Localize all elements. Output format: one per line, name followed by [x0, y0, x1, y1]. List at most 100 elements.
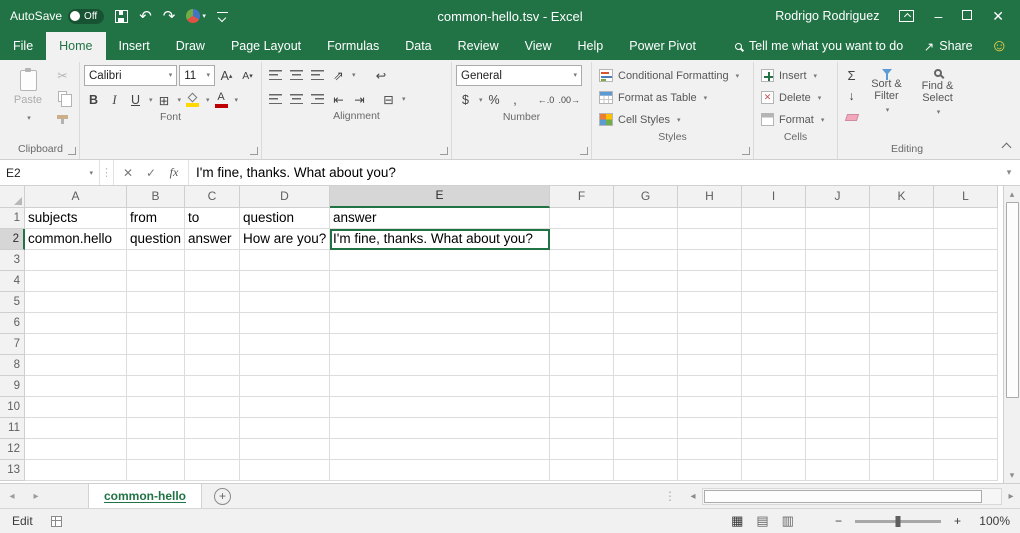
zoom-in-button[interactable]: + — [954, 514, 961, 528]
cell-K8[interactable] — [870, 355, 934, 376]
cell-B3[interactable] — [127, 250, 185, 271]
undo-button[interactable]: ↶ — [139, 9, 152, 24]
row-header-9[interactable]: 9 — [0, 376, 25, 397]
collapse-ribbon-icon[interactable] — [1002, 143, 1012, 153]
column-header-I[interactable]: I — [742, 186, 806, 208]
tab-home[interactable]: Home — [46, 32, 105, 60]
number-format-combo[interactable]: General — [456, 65, 582, 86]
select-all-corner[interactable] — [0, 186, 25, 208]
cell-D8[interactable] — [240, 355, 330, 376]
enter-button[interactable]: ✓ — [140, 160, 162, 185]
cell-H2[interactable] — [678, 229, 742, 250]
decrease-indent-button[interactable]: ⇤ — [329, 89, 348, 109]
cell-C8[interactable] — [185, 355, 240, 376]
cell-E11[interactable] — [330, 418, 550, 439]
hscroll-right-icon[interactable]: ▸ — [1002, 491, 1020, 502]
zoom-level[interactable]: 100% — [974, 514, 1010, 528]
scroll-down-icon[interactable]: ▾ — [1010, 467, 1015, 483]
cell-A4[interactable] — [25, 271, 127, 292]
cell-C10[interactable] — [185, 397, 240, 418]
column-header-F[interactable]: F — [550, 186, 614, 208]
cell-H11[interactable] — [678, 418, 742, 439]
row-header-4[interactable]: 4 — [0, 271, 25, 292]
cell-E3[interactable] — [330, 250, 550, 271]
cell-D12[interactable] — [240, 439, 330, 460]
cell-G10[interactable] — [614, 397, 678, 418]
font-family-combo[interactable]: Calibri — [84, 65, 177, 86]
zoom-slider[interactable] — [855, 520, 941, 523]
user-name[interactable]: Rodrigo Rodriguez — [775, 9, 879, 23]
cell-H12[interactable] — [678, 439, 742, 460]
cell-D1[interactable]: question — [240, 208, 330, 229]
cell-H9[interactable] — [678, 376, 742, 397]
row-header-5[interactable]: 5 — [0, 292, 25, 313]
cell-F6[interactable] — [550, 313, 614, 334]
cell-I12[interactable] — [742, 439, 806, 460]
cell-D4[interactable] — [240, 271, 330, 292]
percent-style-button[interactable]: % — [485, 90, 504, 110]
cell-B9[interactable] — [127, 376, 185, 397]
row-header-7[interactable]: 7 — [0, 334, 25, 355]
bottom-align-button[interactable] — [308, 65, 327, 85]
cell-B1[interactable]: from — [127, 208, 185, 229]
cell-J12[interactable] — [806, 439, 870, 460]
cell-D6[interactable] — [240, 313, 330, 334]
row-header-2[interactable]: 2 — [0, 229, 25, 250]
cell-C3[interactable] — [185, 250, 240, 271]
underline-button[interactable]: U — [126, 90, 145, 110]
cell-C9[interactable] — [185, 376, 240, 397]
cell-G7[interactable] — [614, 334, 678, 355]
cell-F1[interactable] — [550, 208, 614, 229]
macro-record-icon[interactable] — [51, 516, 62, 527]
cell-L1[interactable] — [934, 208, 998, 229]
cell-L2[interactable] — [934, 229, 998, 250]
fill-color-button[interactable] — [183, 90, 202, 110]
cell-G1[interactable] — [614, 208, 678, 229]
cell-L8[interactable] — [934, 355, 998, 376]
cell-J1[interactable] — [806, 208, 870, 229]
cell-L11[interactable] — [934, 418, 998, 439]
autosave-toggle[interactable]: AutoSave Off — [10, 9, 104, 24]
cell-L13[interactable] — [934, 460, 998, 481]
cell-B8[interactable] — [127, 355, 185, 376]
cell-H13[interactable] — [678, 460, 742, 481]
horizontal-scroll-thumb[interactable] — [704, 490, 982, 503]
cell-G9[interactable] — [614, 376, 678, 397]
cell-K4[interactable] — [870, 271, 934, 292]
number-dialog-launcher-icon[interactable] — [580, 147, 588, 155]
column-header-D[interactable]: D — [240, 186, 330, 208]
zoom-slider-thumb[interactable] — [895, 516, 900, 527]
shrink-font-button[interactable]: A▾ — [238, 66, 257, 86]
cell-H4[interactable] — [678, 271, 742, 292]
cell-C11[interactable] — [185, 418, 240, 439]
row-header-10[interactable]: 10 — [0, 397, 25, 418]
styles-dialog-launcher-icon[interactable] — [742, 147, 750, 155]
cell-L9[interactable] — [934, 376, 998, 397]
top-align-button[interactable] — [266, 65, 285, 85]
increase-decimal-button[interactable]: ←.0 — [537, 90, 556, 110]
cell-F7[interactable] — [550, 334, 614, 355]
cell-F10[interactable] — [550, 397, 614, 418]
cell-G5[interactable] — [614, 292, 678, 313]
tab-insert[interactable]: Insert — [106, 32, 163, 60]
cell-A2[interactable]: common.hello — [25, 229, 127, 250]
cell-A3[interactable] — [25, 250, 127, 271]
cell-E7[interactable] — [330, 334, 550, 355]
cell-I13[interactable] — [742, 460, 806, 481]
cell-L6[interactable] — [934, 313, 998, 334]
cell-A1[interactable]: subjects — [25, 208, 127, 229]
cell-H7[interactable] — [678, 334, 742, 355]
cell-E8[interactable] — [330, 355, 550, 376]
cell-A9[interactable] — [25, 376, 127, 397]
cell-I4[interactable] — [742, 271, 806, 292]
cancel-button[interactable]: ✕ — [117, 160, 139, 185]
vertical-scrollbar[interactable]: ▴ ▾ — [1003, 186, 1020, 483]
cell-E10[interactable] — [330, 397, 550, 418]
new-sheet-button[interactable]: + — [214, 488, 231, 505]
customize-qat-button[interactable] — [217, 12, 228, 21]
cell-F12[interactable] — [550, 439, 614, 460]
cell-E12[interactable] — [330, 439, 550, 460]
tab-data[interactable]: Data — [392, 32, 444, 60]
cell-D11[interactable] — [240, 418, 330, 439]
cell-H10[interactable] — [678, 397, 742, 418]
